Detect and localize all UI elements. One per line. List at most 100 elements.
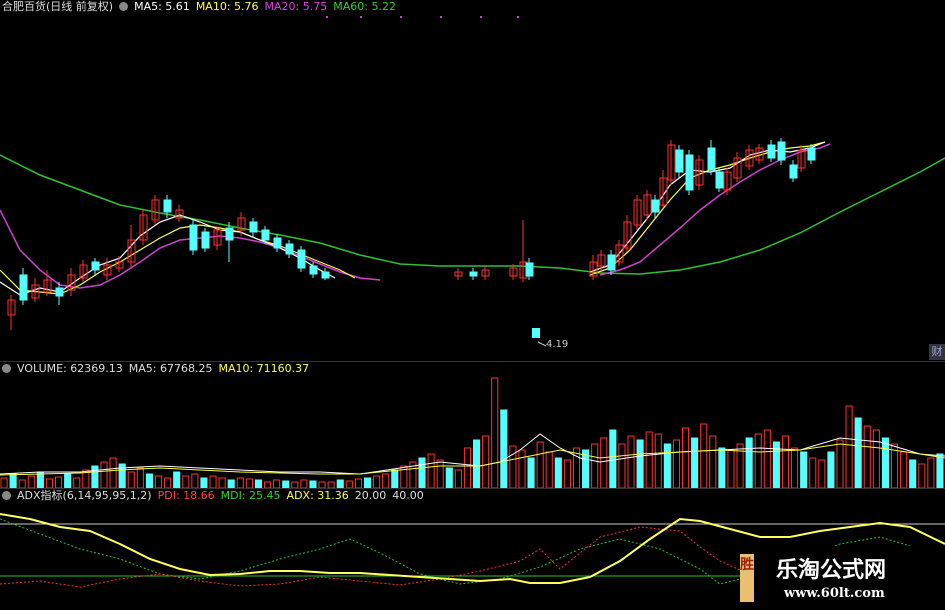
candle-body bbox=[225, 227, 234, 241]
candle-body bbox=[469, 271, 478, 277]
volume-bar bbox=[300, 479, 308, 489]
volume-bar bbox=[827, 451, 835, 489]
volume-ma5-value: MA5: 67768.25 bbox=[128, 362, 213, 375]
volume-bar bbox=[9, 473, 17, 489]
volume-bar bbox=[445, 467, 453, 489]
volume-chart-panel[interactable]: VOLUME: 62369.13 MA5: 67768.25 MA10: 711… bbox=[0, 361, 945, 489]
volume-bar bbox=[618, 443, 626, 489]
candle-body bbox=[261, 229, 270, 241]
volume-bar bbox=[881, 437, 889, 489]
volume-bar bbox=[836, 439, 844, 489]
volume-bar bbox=[763, 429, 771, 489]
volume-bar bbox=[282, 480, 290, 489]
candle-body bbox=[189, 224, 198, 251]
candle-body bbox=[789, 164, 798, 179]
volume-bar bbox=[418, 457, 426, 489]
volume-bar bbox=[345, 480, 353, 489]
volume-bar bbox=[427, 453, 435, 489]
adx-level2: 40.00 bbox=[392, 489, 424, 502]
volume-bar bbox=[727, 449, 735, 489]
volume-bar bbox=[473, 439, 481, 489]
volume-bar bbox=[454, 469, 462, 489]
adx-settings-dot-icon[interactable] bbox=[2, 491, 11, 500]
volume-bar bbox=[436, 459, 444, 489]
volume-bar bbox=[463, 447, 471, 489]
ma20-value: MA20: 5.75 bbox=[264, 0, 328, 13]
candle-body bbox=[685, 154, 694, 191]
volume-bar bbox=[527, 457, 535, 489]
volume-bar bbox=[27, 475, 35, 489]
volume-bar bbox=[745, 437, 753, 489]
volume-bar bbox=[209, 475, 217, 489]
candle-body bbox=[285, 243, 294, 255]
stock-title: 合肥百货(日线 前复权) bbox=[2, 0, 114, 13]
candle-body bbox=[777, 141, 786, 161]
adx-level1: 20.00 bbox=[354, 489, 387, 502]
volume-bar bbox=[309, 480, 317, 489]
volume-bar bbox=[0, 477, 8, 489]
volume-bar bbox=[391, 469, 399, 489]
volume-bar bbox=[491, 377, 499, 489]
candle-body bbox=[707, 147, 716, 171]
volume-bar bbox=[509, 445, 517, 489]
ma10-value: MA10: 5.76 bbox=[195, 0, 259, 13]
volume-bar bbox=[718, 447, 726, 489]
volume-bar bbox=[645, 431, 653, 489]
volume-bar bbox=[754, 433, 762, 489]
volume-bar bbox=[681, 427, 690, 489]
volume-bar bbox=[872, 429, 880, 489]
candle-body bbox=[767, 144, 776, 159]
volume-bar bbox=[818, 459, 826, 489]
volume-bar bbox=[627, 435, 635, 489]
volume-bar bbox=[809, 457, 817, 489]
volume-bar bbox=[609, 429, 617, 489]
volume-bar bbox=[18, 479, 26, 489]
adx-name: ADX指标(6,14,95,95,1,2) bbox=[17, 489, 152, 502]
volume-bar bbox=[64, 473, 72, 489]
finance-side-tab[interactable]: 财 bbox=[929, 344, 945, 360]
volume-bar bbox=[927, 457, 935, 489]
volume-bar bbox=[900, 451, 908, 489]
volume-bar bbox=[918, 463, 926, 489]
volume-bar bbox=[200, 477, 208, 489]
volume-bar bbox=[663, 443, 671, 489]
candlestick-chart bbox=[0, 16, 945, 347]
volume-bar bbox=[654, 433, 662, 489]
volume-bar bbox=[600, 437, 608, 489]
volume-bar bbox=[273, 479, 281, 489]
volume-bar bbox=[563, 459, 571, 489]
volume-bar bbox=[154, 475, 163, 489]
candle-body bbox=[525, 262, 534, 277]
volume-bar bbox=[536, 441, 544, 489]
settings-dot-icon[interactable] bbox=[119, 2, 129, 11]
price-legend: 合肥百货(日线 前复权) MA5: 5.61 MA10: 5.76 MA20: … bbox=[0, 0, 396, 14]
volume-bar bbox=[545, 451, 553, 489]
candle-body bbox=[55, 287, 64, 297]
price-chart-panel[interactable]: 合肥百货(日线 前复权) MA5: 5.61 MA10: 5.76 MA20: … bbox=[0, 0, 945, 360]
candle-body bbox=[249, 221, 258, 233]
volume-bar bbox=[791, 447, 799, 489]
watermark-title: 乐淘公式网 bbox=[776, 558, 887, 583]
volume-bar bbox=[845, 405, 853, 489]
candle-body bbox=[19, 274, 28, 301]
volume-settings-dot-icon[interactable] bbox=[2, 364, 11, 373]
volume-bar bbox=[591, 443, 599, 489]
watermark-url: www.60lt.com bbox=[784, 586, 885, 601]
volume-bar bbox=[554, 457, 562, 489]
candle-body bbox=[273, 237, 282, 249]
volume-bar bbox=[909, 459, 917, 489]
volume-bar bbox=[709, 435, 717, 489]
volume-bar bbox=[781, 435, 790, 489]
volume-bar bbox=[127, 471, 135, 489]
volume-bar bbox=[936, 453, 944, 489]
volume-bar bbox=[854, 417, 862, 489]
volume-bar bbox=[672, 439, 680, 489]
volume-bar bbox=[363, 477, 372, 489]
adx-legend: ADX指标(6,14,95,95,1,2) PDI: 18.66 MDI: 25… bbox=[0, 489, 424, 503]
candle-body bbox=[807, 147, 816, 161]
watermark-strip: 胜 bbox=[740, 554, 754, 602]
volume-bar bbox=[482, 435, 490, 489]
ma5-value: MA5: 5.61 bbox=[134, 0, 190, 13]
pdi-value: PDI: 18.66 bbox=[157, 489, 215, 502]
candle-body bbox=[201, 231, 210, 249]
